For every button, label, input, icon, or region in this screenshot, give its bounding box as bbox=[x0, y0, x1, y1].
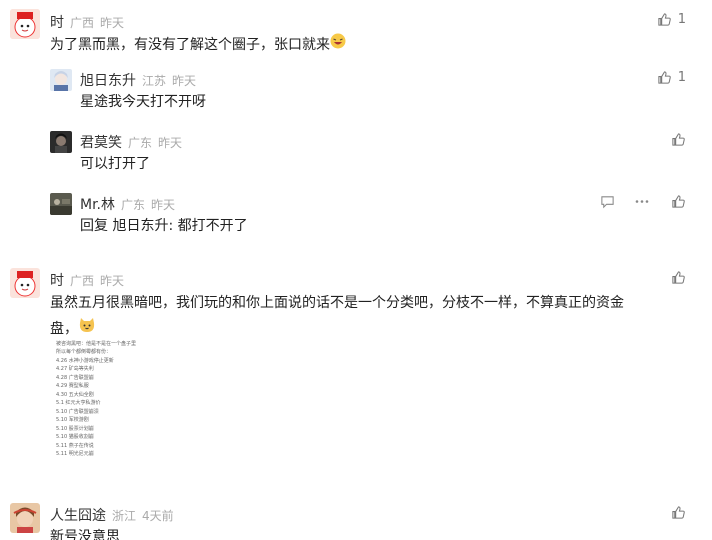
timestamp: 昨天 bbox=[100, 16, 125, 30]
more-dots-icon bbox=[635, 200, 649, 203]
reply-text: 可以打开了 bbox=[80, 156, 150, 172]
laughing-emoji-icon bbox=[330, 32, 346, 58]
like-count: 1 bbox=[677, 12, 686, 27]
username[interactable]: 旭日东升 bbox=[80, 70, 136, 90]
username[interactable]: 人生囧途 bbox=[50, 505, 106, 525]
location: 广西 bbox=[70, 274, 95, 288]
timestamp: 昨天 bbox=[100, 274, 125, 288]
reply-to-username[interactable]: 旭日东升 bbox=[112, 218, 168, 234]
like-button[interactable] bbox=[671, 194, 686, 209]
avatar[interactable] bbox=[50, 69, 72, 91]
cat-emoji-icon bbox=[78, 316, 96, 342]
like-button[interactable] bbox=[671, 505, 686, 520]
attached-image[interactable]: 被咨询黑吧：他是不是在一个盘子里 所以每个都倒霉都有份： 4.26 水神小游戏停… bbox=[54, 341, 154, 461]
like-button[interactable] bbox=[671, 270, 686, 285]
timestamp: 昨天 bbox=[151, 198, 176, 212]
avatar[interactable] bbox=[50, 131, 72, 153]
thumbs-up-icon bbox=[658, 71, 671, 84]
avatar[interactable] bbox=[10, 503, 40, 533]
thumbs-up-icon bbox=[672, 195, 685, 208]
reply-comment-button[interactable] bbox=[600, 194, 615, 213]
location: 广东 bbox=[121, 198, 146, 212]
comment-text: 虽然五月很黑暗吧，我们玩的和你上面说的话不是一个分类吧，分枝不一样，不算真正的资… bbox=[50, 290, 690, 342]
username[interactable]: 君莫笑 bbox=[80, 132, 122, 152]
location: 广西 bbox=[70, 16, 95, 30]
timestamp: 昨天 bbox=[158, 136, 183, 150]
location: 广东 bbox=[128, 136, 153, 150]
username[interactable]: 时 bbox=[50, 12, 64, 32]
thumbs-up-icon bbox=[672, 506, 685, 519]
username[interactable]: Mr.林 bbox=[80, 194, 115, 214]
reply-text: 回复 旭日东升: 都打不开了 bbox=[80, 218, 248, 234]
comment-text: 新号没意思 bbox=[50, 529, 120, 540]
like-button[interactable]: 1 bbox=[657, 12, 686, 27]
thumbs-up-icon bbox=[672, 133, 685, 146]
thumbs-up-icon bbox=[672, 271, 685, 284]
thumbs-up-icon bbox=[658, 13, 671, 26]
reply-text: 星途我今天打不开呀 bbox=[80, 94, 206, 110]
like-button[interactable]: 1 bbox=[657, 70, 686, 85]
timestamp: 昨天 bbox=[172, 74, 197, 88]
speech-bubble-icon bbox=[601, 196, 614, 209]
more-options-button[interactable] bbox=[634, 194, 650, 213]
avatar[interactable] bbox=[50, 193, 72, 215]
like-button[interactable] bbox=[671, 132, 686, 147]
comment-text: 为了黑而黑，有没有了解这个圈子，张口就来 bbox=[50, 32, 346, 58]
location: 浙江 bbox=[112, 509, 137, 523]
location: 江苏 bbox=[142, 74, 167, 88]
like-count: 1 bbox=[677, 70, 686, 85]
avatar[interactable] bbox=[10, 268, 40, 298]
timestamp: 4天前 bbox=[142, 509, 174, 523]
avatar[interactable] bbox=[10, 9, 40, 39]
username[interactable]: 时 bbox=[50, 270, 64, 290]
